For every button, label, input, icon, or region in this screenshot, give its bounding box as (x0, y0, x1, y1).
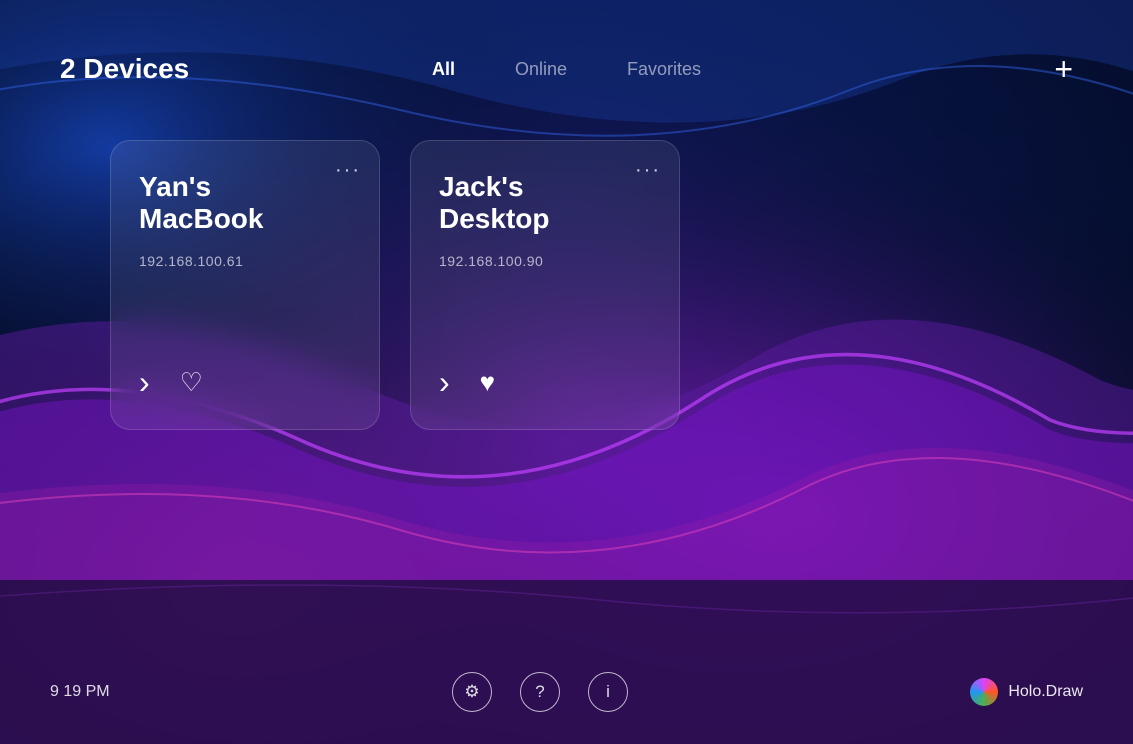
device-card-desktop[interactable]: ··· Jack's Desktop 192.168.100.90 › ♥ (410, 140, 680, 430)
favorite-button-macbook[interactable]: ♡ (180, 367, 203, 398)
card-actions-macbook: › ♡ (139, 324, 355, 401)
device-ip-macbook: 192.168.100.61 (139, 253, 355, 269)
devices-grid: ··· Yan's MacBook 192.168.100.61 › ♡ ···… (0, 110, 1133, 664)
info-icon: i (606, 682, 610, 702)
settings-button[interactable]: ⚙ (452, 672, 492, 712)
tab-online[interactable]: Online (515, 55, 567, 84)
brand: Holo.Draw (970, 678, 1083, 706)
header: 2 Devices All Online Favorites + (0, 0, 1133, 110)
card-actions-desktop: › ♥ (439, 324, 655, 401)
connect-button-macbook[interactable]: › (139, 364, 150, 401)
settings-icon: ⚙ (464, 682, 479, 702)
brand-name: Holo.Draw (1008, 683, 1083, 701)
clock-display: 9 19 PM (50, 683, 110, 701)
device-name-macbook: Yan's MacBook (139, 171, 339, 235)
tab-all[interactable]: All (432, 55, 455, 84)
device-name-desktop: Jack's Desktop (439, 171, 639, 235)
device-ip-desktop: 192.168.100.90 (439, 253, 655, 269)
device-card-macbook[interactable]: ··· Yan's MacBook 192.168.100.61 › ♡ (110, 140, 380, 430)
help-button[interactable]: ? (520, 672, 560, 712)
favorite-button-desktop[interactable]: ♥ (480, 367, 495, 398)
help-icon: ? (535, 682, 544, 702)
card-menu-button-macbook[interactable]: ··· (335, 159, 361, 182)
devices-count-title: 2 Devices (60, 53, 260, 85)
connect-button-desktop[interactable]: › (439, 364, 450, 401)
footer: 9 19 PM ⚙ ? i Holo.Draw (0, 664, 1133, 744)
brand-logo-icon (970, 678, 998, 706)
info-button[interactable]: i (588, 672, 628, 712)
tab-favorites[interactable]: Favorites (627, 55, 701, 84)
card-menu-button-desktop[interactable]: ··· (635, 159, 661, 182)
nav-tabs: All Online Favorites (260, 55, 873, 84)
add-device-button[interactable]: + (873, 53, 1073, 85)
footer-icons: ⚙ ? i (452, 672, 628, 712)
